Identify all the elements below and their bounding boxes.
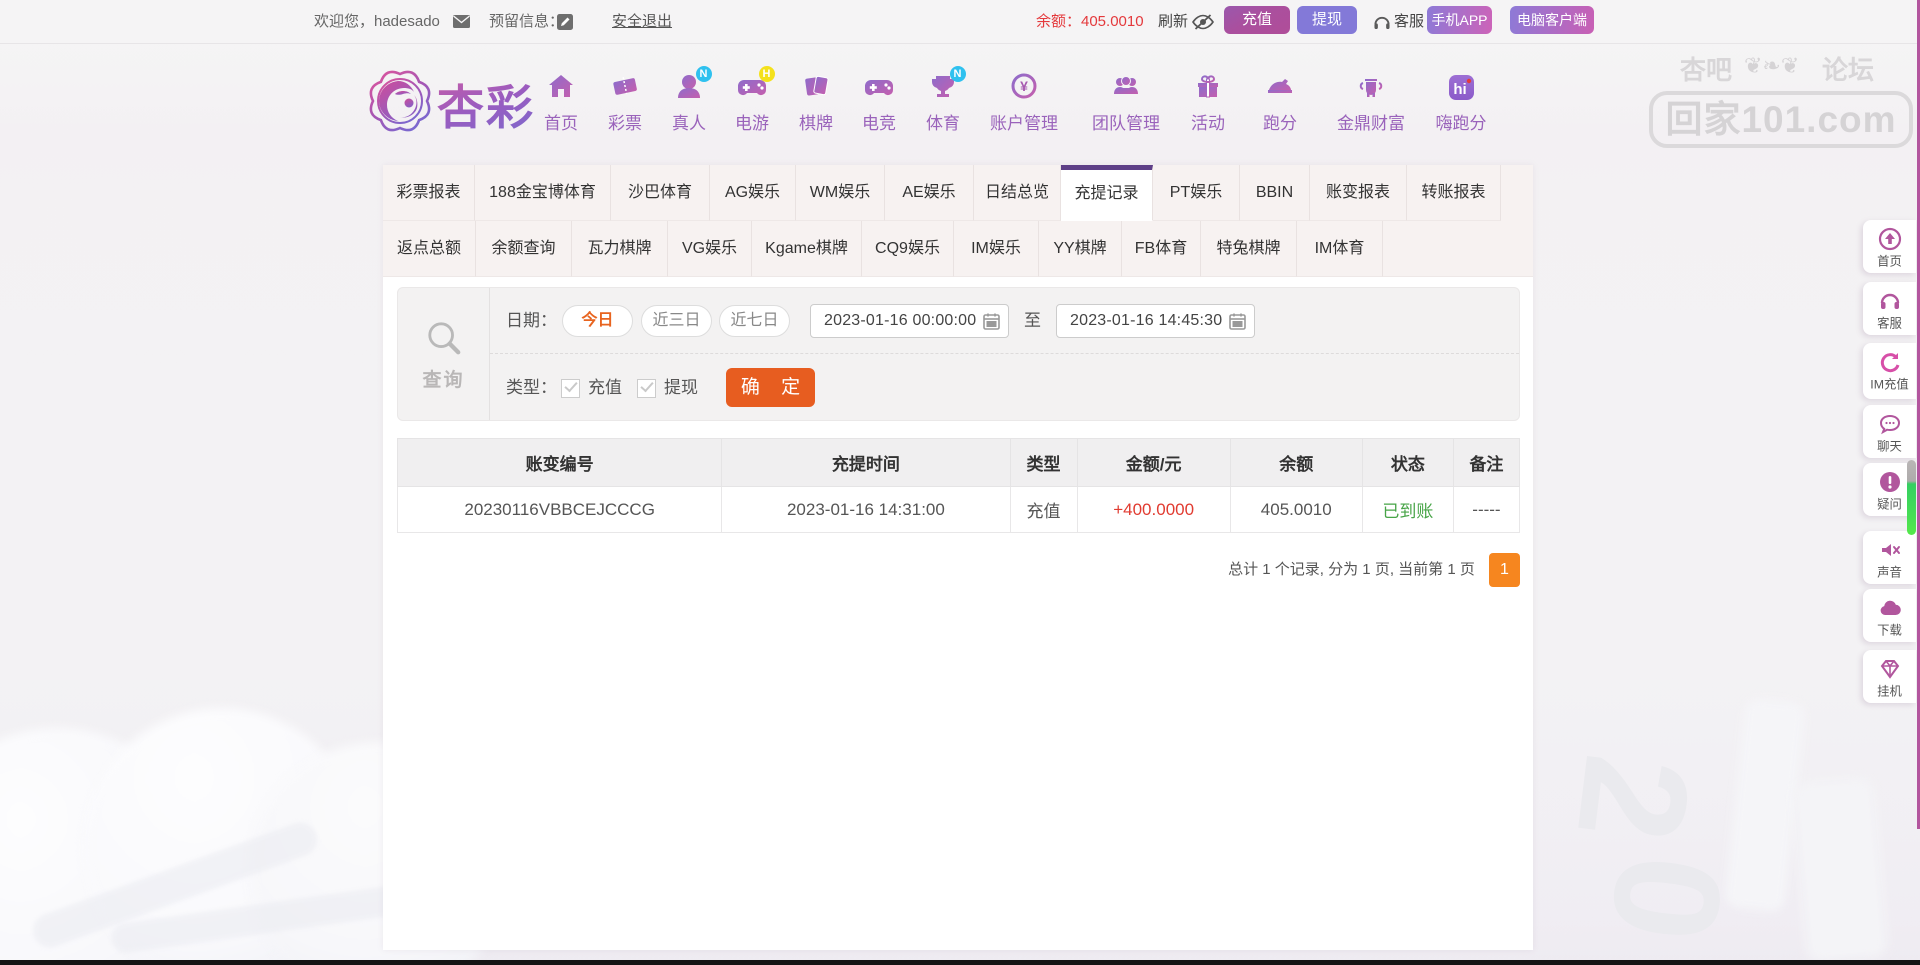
svg-text:hi: hi	[1453, 81, 1466, 98]
svg-text:¥: ¥	[1020, 78, 1028, 94]
